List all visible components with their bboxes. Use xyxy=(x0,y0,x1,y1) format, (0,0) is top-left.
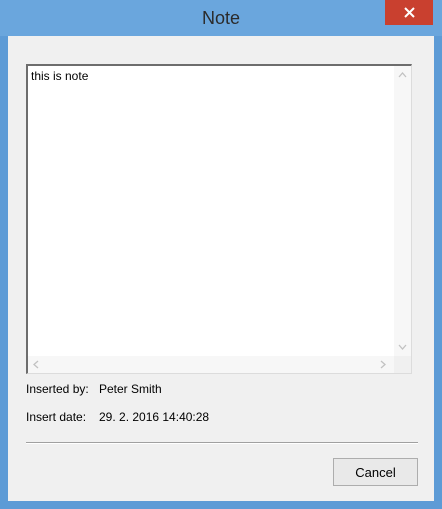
cancel-button[interactable]: Cancel xyxy=(333,458,418,486)
inserted-by-value: Peter Smith xyxy=(99,382,162,396)
close-icon xyxy=(403,7,415,18)
dialog-body: this is note Inserted by: Peter Smith In… xyxy=(8,36,434,501)
insert-date-label: Insert date: xyxy=(26,410,87,424)
window-title: Note xyxy=(201,8,241,28)
title-bar[interactable]: Note xyxy=(0,0,442,36)
chevron-down-icon[interactable] xyxy=(398,343,407,353)
inserted-by-label: Inserted by: xyxy=(26,382,89,396)
separator-line xyxy=(26,442,418,444)
note-text: this is note xyxy=(31,69,89,83)
horizontal-scrollbar[interactable] xyxy=(28,356,394,373)
note-textarea[interactable]: this is note xyxy=(26,64,412,374)
chevron-right-icon[interactable] xyxy=(380,360,386,372)
close-button[interactable] xyxy=(385,0,433,25)
chevron-up-icon[interactable] xyxy=(398,71,407,81)
vertical-scrollbar[interactable] xyxy=(394,66,411,356)
insert-date-value: 29. 2. 2016 14:40:28 xyxy=(99,410,210,424)
scrollbar-corner xyxy=(394,356,411,373)
chevron-left-icon[interactable] xyxy=(33,360,39,372)
note-dialog-window: Note this is note Inserted by: Peter Smi… xyxy=(0,0,442,509)
